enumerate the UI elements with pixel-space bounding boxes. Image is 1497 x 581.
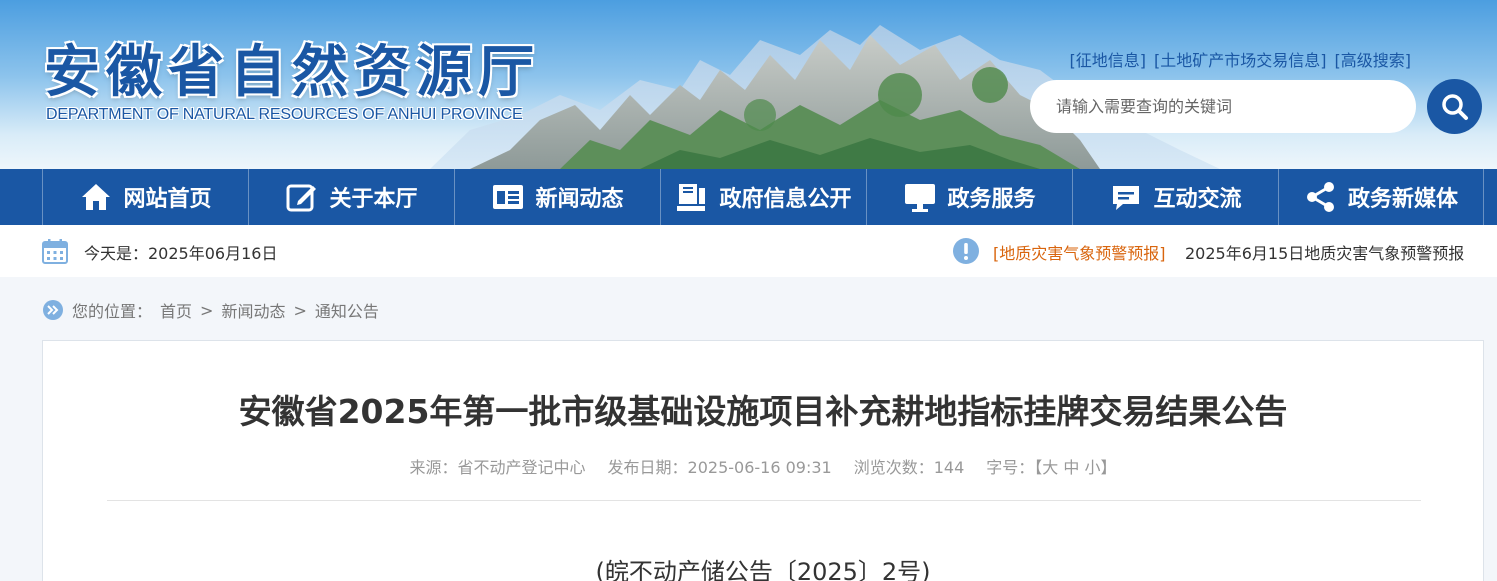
breadcrumb: 您的位置： 首页 > 新闻动态 > 通知公告 <box>42 298 379 322</box>
breadcrumb-news[interactable]: 新闻动态 <box>221 298 285 322</box>
share-icon <box>1304 180 1338 214</box>
article-source: 来源：省不动产登记中心 <box>409 458 586 477</box>
book-icon <box>675 180 709 214</box>
article-meta: 来源：省不动产登记中心 发布日期：2025-06-16 09:31 浏览次数：1… <box>43 454 1483 478</box>
article-title: 安徽省2025年第一批市级基础设施项目补充耕地指标挂牌交易结果公告 <box>238 392 1288 431</box>
nav-label: 互动交流 <box>1153 187 1242 212</box>
nav-gov-info[interactable]: 政府信息公开 <box>660 169 866 225</box>
article-doc-number: (皖不动产储公告〔2025〕2号) <box>595 558 931 581</box>
nav-new-media[interactable]: 政务新媒体 <box>1278 169 1484 225</box>
nav-label: 网站首页 <box>123 187 212 212</box>
site-header: 安徽省自然资源厅 DEPARTMENT OF NATURAL RESOURCES… <box>0 0 1497 169</box>
main-nav: 网站首页 关于本厅 新闻动态 政府信息公开 政务服务 互动交流 政务新媒体 <box>0 169 1497 225</box>
article-date: 发布日期：2025-06-16 09:31 <box>607 458 832 477</box>
nav-services[interactable]: 政务服务 <box>866 169 1072 225</box>
search-button[interactable] <box>1427 79 1482 134</box>
news-icon <box>491 180 525 214</box>
warning-tag-link[interactable]: [地质灾害气象预警预报] <box>993 240 1166 264</box>
monitor-icon <box>903 180 937 214</box>
breadcrumb-prefix: 您的位置： <box>72 302 153 321</box>
nav-home[interactable]: 网站首页 <box>42 169 248 225</box>
nav-label: 政务新媒体 <box>1347 187 1458 212</box>
calendar-icon <box>42 239 68 264</box>
chat-icon <box>1109 180 1143 214</box>
site-logo-title[interactable]: 安徽省自然资源厅 <box>44 40 540 104</box>
article-views: 浏览次数：144 <box>853 458 965 477</box>
link-land-mineral-market[interactable]: [土地矿产市场交易信息] <box>1154 47 1327 71</box>
divider <box>107 500 1421 501</box>
breadcrumb-notices[interactable]: 通知公告 <box>315 298 379 322</box>
info-bar: 今天是：2025年06月16日 [地质灾害气象预警预报] 2025年6月15日地… <box>0 225 1497 277</box>
site-logo-subtitle: DEPARTMENT OF NATURAL RESOURCES OF ANHUI… <box>46 106 523 123</box>
nav-label: 关于本厅 <box>329 187 418 212</box>
nav-interaction[interactable]: 互动交流 <box>1072 169 1278 225</box>
breadcrumb-separator: > <box>293 300 307 320</box>
article-panel: 安徽省2025年第一批市级基础设施项目补充耕地指标挂牌交易结果公告 来源：省不动… <box>42 340 1484 581</box>
nav-label: 政务服务 <box>947 187 1036 212</box>
nav-label: 新闻动态 <box>535 187 624 212</box>
home-icon <box>79 180 113 214</box>
font-size-control[interactable]: 字号：【大 中 小】 <box>986 454 1116 478</box>
nav-label: 政府信息公开 <box>719 187 852 212</box>
alert-icon <box>953 238 979 264</box>
link-land-acquisition[interactable]: [征地信息] <box>1070 47 1147 71</box>
breadcrumb-separator: > <box>200 300 214 320</box>
search-input[interactable] <box>1030 80 1416 133</box>
warning-text-link[interactable]: 2025年6月15日地质灾害气象预警预报 <box>1185 240 1464 264</box>
today-date: 今天是：2025年06月16日 <box>84 244 278 263</box>
nav-news[interactable]: 新闻动态 <box>454 169 660 225</box>
breadcrumb-home[interactable]: 首页 <box>160 298 192 322</box>
link-advanced-search[interactable]: [高级搜索] <box>1335 47 1412 71</box>
top-links: [征地信息] [土地矿产市场交易信息] [高级搜索] <box>1070 47 1412 71</box>
search-icon <box>1441 93 1468 120</box>
edit-icon <box>285 180 319 214</box>
double-chevron-icon <box>43 300 63 320</box>
nav-about[interactable]: 关于本厅 <box>248 169 454 225</box>
